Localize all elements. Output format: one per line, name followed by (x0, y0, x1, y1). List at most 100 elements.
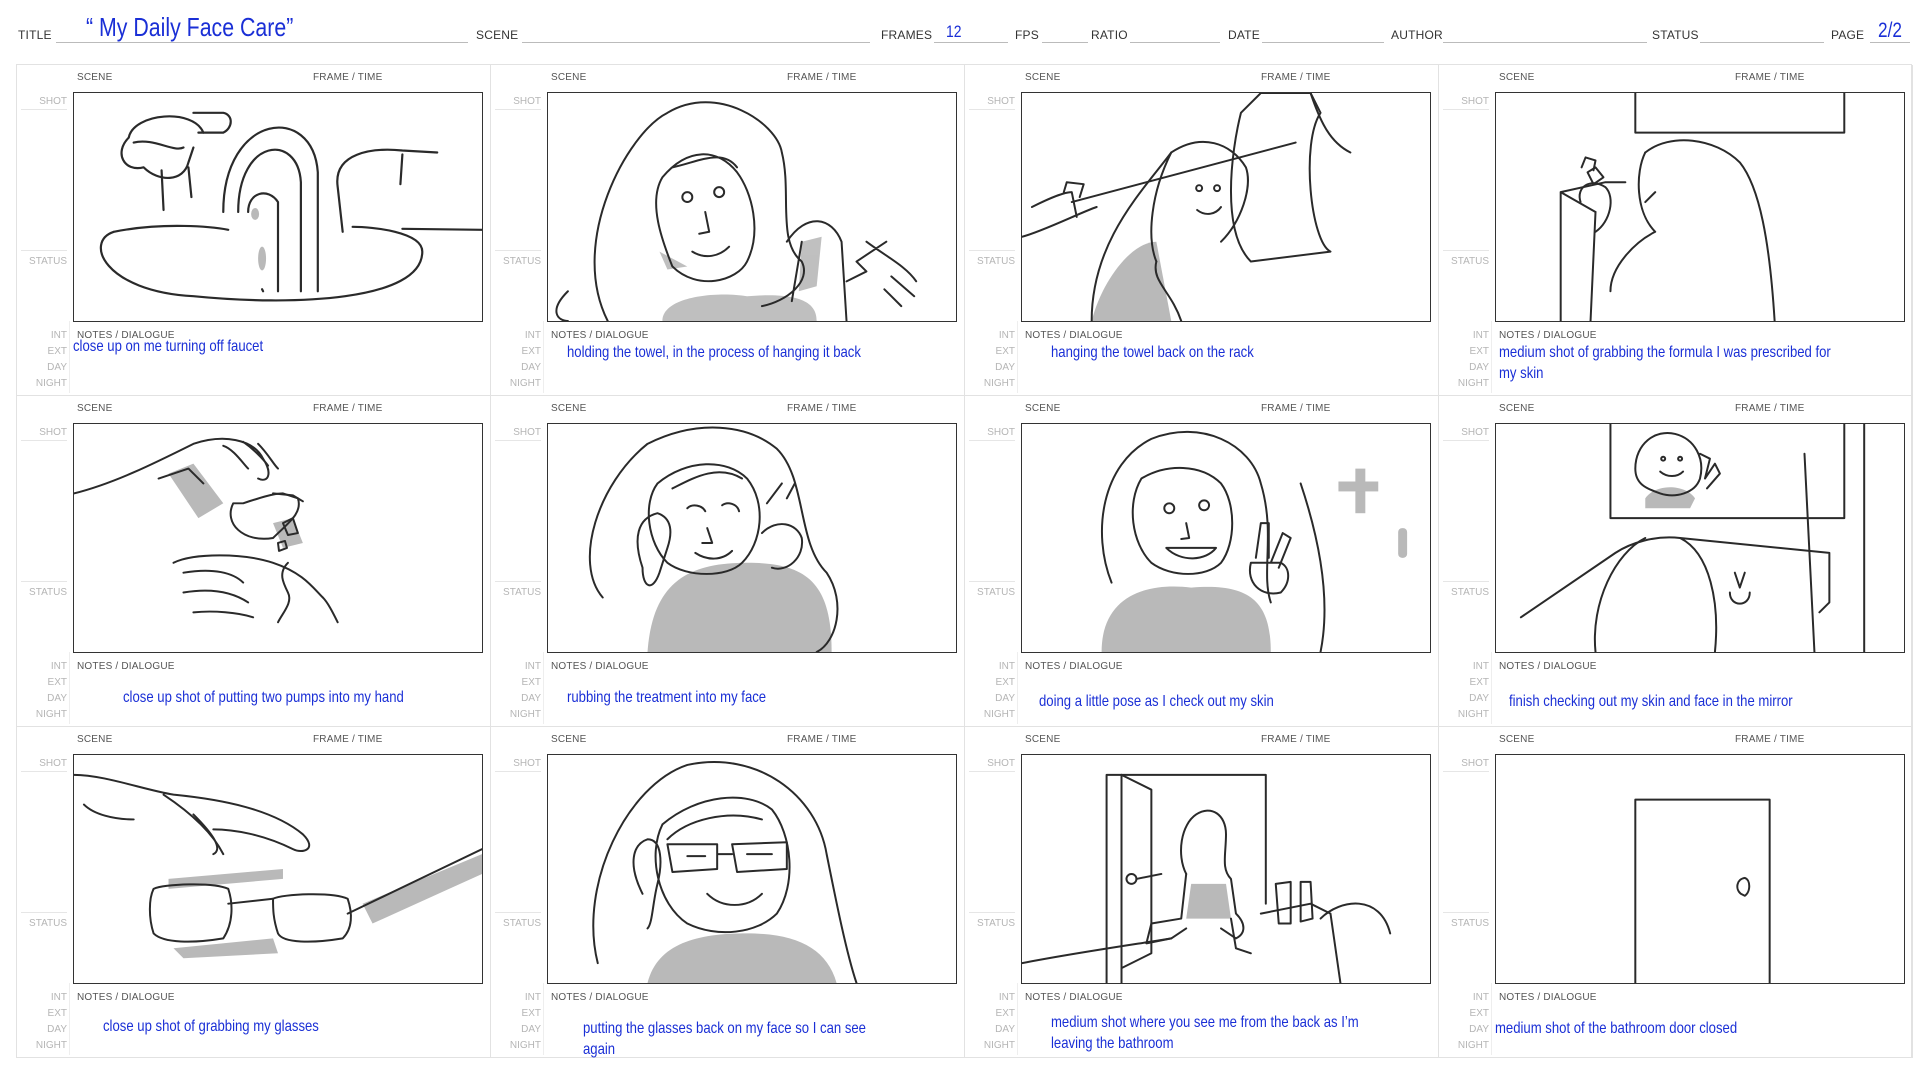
day-label[interactable]: DAY (1439, 362, 1489, 373)
night-label[interactable]: NIGHT (965, 709, 1015, 720)
status-underline[interactable] (1700, 42, 1824, 43)
day-label[interactable]: DAY (17, 693, 67, 704)
storyboard-panel[interactable]: SCENE FRAME / TIME SHOT STATUS NOTES / D… (1439, 396, 1913, 727)
int-label[interactable]: INT (491, 992, 541, 1003)
ext-label[interactable]: EXT (491, 677, 541, 688)
ext-label[interactable]: EXT (491, 1008, 541, 1019)
day-label[interactable]: DAY (1439, 1024, 1489, 1035)
scene-underline[interactable] (522, 42, 870, 43)
day-label[interactable]: DAY (1439, 693, 1489, 704)
panel-note[interactable]: close up shot of putting two pumps into … (123, 687, 421, 708)
ext-label[interactable]: EXT (1439, 1008, 1489, 1019)
int-label[interactable]: INT (1439, 330, 1489, 341)
storyboard-panel[interactable]: SCENE FRAME / TIME SHOT STATUS NOTES / D… (965, 65, 1439, 396)
panel-note[interactable]: medium shot of grabbing the formula I wa… (1499, 342, 1835, 384)
side-divider (495, 912, 541, 913)
night-label[interactable]: NIGHT (1439, 709, 1489, 720)
side-divider (1443, 581, 1489, 582)
storyboard-panel[interactable]: SCENE FRAME / TIME SHOT STATUS NOTES / D… (491, 396, 965, 727)
int-label[interactable]: INT (17, 661, 67, 672)
storyboard-panel[interactable]: SCENE FRAME / TIME SHOT STATUS NOTES / D… (17, 727, 491, 1058)
storyboard-panel[interactable]: SCENE FRAME / TIME SHOT STATUS NOTES / D… (965, 396, 1439, 727)
title-value[interactable]: “ My Daily Face Care” (86, 12, 293, 43)
ext-label[interactable]: EXT (965, 1008, 1015, 1019)
ratio-underline[interactable] (1130, 42, 1220, 43)
night-label[interactable]: NIGHT (1439, 1040, 1489, 1051)
storyboard-panel[interactable]: SCENE FRAME / TIME SHOT STATUS NOTES / D… (965, 727, 1439, 1058)
storyboard-panel[interactable]: SCENE FRAME / TIME SHOT STATUS NOTES / D… (1439, 65, 1913, 396)
ext-label[interactable]: EXT (17, 677, 67, 688)
int-label[interactable]: INT (17, 992, 67, 1003)
sketch-frame[interactable] (1021, 754, 1431, 984)
sketch-frame[interactable] (547, 754, 957, 984)
frames-value[interactable]: 12 (946, 22, 962, 42)
night-label[interactable]: NIGHT (491, 378, 541, 389)
ext-label[interactable]: EXT (965, 677, 1015, 688)
int-label[interactable]: INT (965, 661, 1015, 672)
night-label[interactable]: NIGHT (491, 1040, 541, 1051)
sketch-frame[interactable] (547, 423, 957, 653)
sketch-frame[interactable] (73, 423, 483, 653)
int-label[interactable]: INT (17, 330, 67, 341)
night-label[interactable]: NIGHT (17, 378, 67, 389)
storyboard-header: TITLE “ My Daily Face Care” SCENE FRAMES… (0, 0, 1920, 52)
day-label[interactable]: DAY (17, 362, 67, 373)
sketch-frame[interactable] (1495, 754, 1905, 984)
side-divider (969, 109, 1015, 110)
panel-note[interactable]: medium shot of the bathroom door closed (1495, 1018, 1834, 1039)
sketch-frame[interactable] (1021, 423, 1431, 653)
sketch-frame[interactable] (547, 92, 957, 322)
side-divider (969, 912, 1015, 913)
day-label[interactable]: DAY (491, 693, 541, 704)
night-label[interactable]: NIGHT (17, 709, 67, 720)
sketch-frame[interactable] (73, 754, 483, 984)
ext-label[interactable]: EXT (17, 346, 67, 357)
ext-label[interactable]: EXT (965, 346, 1015, 357)
date-underline[interactable] (1262, 42, 1384, 43)
sketch-frame[interactable] (73, 92, 483, 322)
storyboard-panel[interactable]: SCENE FRAME / TIME SHOT STATUS NOTES / D… (491, 65, 965, 396)
storyboard-panel[interactable]: SCENE FRAME / TIME SHOT STATUS NOTES / D… (17, 65, 491, 396)
night-label[interactable]: NIGHT (491, 709, 541, 720)
int-label[interactable]: INT (1439, 992, 1489, 1003)
storyboard-panel[interactable]: SCENE FRAME / TIME SHOT STATUS NOTES / D… (491, 727, 965, 1058)
night-label[interactable]: NIGHT (965, 1040, 1015, 1051)
page-value[interactable]: 2/2 (1878, 19, 1902, 43)
ext-label[interactable]: EXT (17, 1008, 67, 1019)
int-label[interactable]: INT (1439, 661, 1489, 672)
panel-note[interactable]: close up shot of grabbing my glasses (103, 1016, 418, 1037)
panel-note[interactable]: holding the towel, in the process of han… (567, 342, 890, 363)
sketch-frame[interactable] (1495, 423, 1905, 653)
day-label[interactable]: DAY (965, 362, 1015, 373)
panel-note[interactable]: hanging the towel back on the rack (1051, 342, 1366, 363)
day-label[interactable]: DAY (491, 362, 541, 373)
int-label[interactable]: INT (491, 330, 541, 341)
ext-label[interactable]: EXT (1439, 677, 1489, 688)
panel-note[interactable]: close up on me turning off faucet (73, 336, 412, 357)
author-underline[interactable] (1443, 42, 1647, 43)
night-label[interactable]: NIGHT (1439, 378, 1489, 389)
int-label[interactable]: INT (965, 992, 1015, 1003)
notes-divider (1491, 652, 1492, 724)
panel-note[interactable]: putting the glasses back on my face so I… (583, 1018, 893, 1060)
panel-note[interactable]: rubbing the treatment into my face (567, 687, 890, 708)
day-label[interactable]: DAY (965, 693, 1015, 704)
panel-note[interactable]: finish checking out my skin and face in … (1509, 691, 1837, 712)
fps-underline[interactable] (1042, 42, 1088, 43)
ext-label[interactable]: EXT (491, 346, 541, 357)
scene-field-label: SCENE (1499, 403, 1535, 414)
day-label[interactable]: DAY (491, 1024, 541, 1035)
panel-note[interactable]: medium shot where you see me from the ba… (1051, 1012, 1366, 1054)
night-label[interactable]: NIGHT (965, 378, 1015, 389)
sketch-frame[interactable] (1495, 92, 1905, 322)
storyboard-panel[interactable]: SCENE FRAME / TIME SHOT STATUS NOTES / D… (17, 396, 491, 727)
ext-label[interactable]: EXT (1439, 346, 1489, 357)
int-label[interactable]: INT (491, 661, 541, 672)
night-label[interactable]: NIGHT (17, 1040, 67, 1051)
panel-note[interactable]: doing a little pose as I check out my sk… (1039, 691, 1364, 712)
storyboard-panel[interactable]: SCENE FRAME / TIME SHOT STATUS NOTES / D… (1439, 727, 1913, 1058)
day-label[interactable]: DAY (17, 1024, 67, 1035)
day-label[interactable]: DAY (965, 1024, 1015, 1035)
sketch-frame[interactable] (1021, 92, 1431, 322)
int-label[interactable]: INT (965, 330, 1015, 341)
